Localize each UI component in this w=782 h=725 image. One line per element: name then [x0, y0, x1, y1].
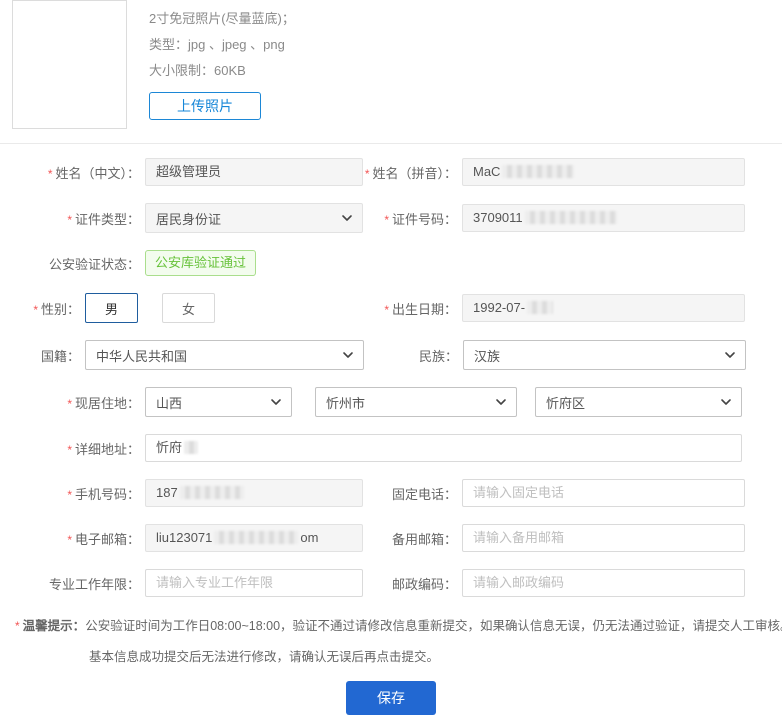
- gender-female-button[interactable]: 女: [162, 293, 215, 323]
- mobile-label: *手机号码：: [0, 484, 145, 503]
- email-label: *电子邮箱：: [0, 529, 145, 548]
- form-row: *性别： 男 女 *出生日期： 1992-07-: [0, 293, 782, 323]
- address-input[interactable]: 忻府: [145, 434, 742, 462]
- redacted-area: [525, 211, 617, 224]
- chevron-down-icon: [270, 396, 282, 408]
- upload-photo-button[interactable]: 上传照片: [149, 92, 261, 120]
- landline-label: 固定电话：: [363, 484, 462, 503]
- required-asterisk: *: [384, 303, 389, 317]
- id-type-label: *证件类型：: [0, 209, 145, 228]
- residence-district-select[interactable]: 忻府区: [535, 387, 742, 417]
- id-number-input[interactable]: 3709011: [462, 204, 745, 232]
- notice-section: *温馨提示：公安验证时间为工作日08:00~18:00，验证不通过请修改信息重新…: [0, 617, 782, 666]
- nationality-label: 国籍：: [0, 346, 85, 365]
- required-asterisk: *: [67, 443, 72, 457]
- residence-province-value: 山西: [156, 393, 182, 412]
- work-years-input[interactable]: 请输入专业工作年限: [145, 569, 363, 597]
- name-cn-label: *姓名（中文）：: [0, 163, 145, 182]
- backup-email-input[interactable]: 请输入备用邮箱: [462, 524, 745, 552]
- police-status-label: 公安验证状态：: [0, 254, 145, 273]
- gender-label: *性别：: [0, 299, 85, 318]
- residence-province-select[interactable]: 山西: [145, 387, 292, 417]
- redacted-area: [527, 301, 553, 314]
- gender-group: 男 女: [85, 293, 363, 323]
- police-status-field: 公安库验证通过: [145, 250, 256, 276]
- required-asterisk: *: [48, 167, 53, 181]
- required-asterisk: *: [67, 213, 72, 227]
- work-years-label: 专业工作年限：: [0, 574, 145, 593]
- redacted-area: [502, 165, 574, 178]
- form-row: *姓名（中文）： 超级管理员 *姓名（拼音）： MaC: [0, 158, 782, 186]
- gender-male-button[interactable]: 男: [85, 293, 138, 323]
- residence-district-value: 忻府区: [546, 393, 585, 412]
- notice-text1: 公安验证时间为工作日08:00~18:00，验证不通过请修改信息重新提交，如果确…: [85, 619, 782, 633]
- photo-info: 2寸免冠照片(尽量蓝底)； 类型：jpg 、jpeg 、png 大小限制：60K…: [149, 0, 295, 129]
- address-label: *详细地址：: [0, 439, 145, 458]
- redacted-area: [184, 441, 198, 454]
- chevron-down-icon: [724, 349, 736, 361]
- notice-line2: 基本信息成功提交后无法进行修改，请确认无误后再点击提交。: [89, 648, 782, 666]
- redacted-area: [214, 531, 298, 544]
- name-cn-input[interactable]: 超级管理员: [145, 158, 363, 186]
- photo-placeholder: [12, 0, 127, 129]
- landline-input[interactable]: 请输入固定电话: [462, 479, 745, 507]
- ethnicity-select[interactable]: 汉族: [463, 340, 746, 370]
- backup-email-label: 备用邮箱：: [363, 529, 462, 548]
- chevron-down-icon: [341, 212, 353, 224]
- chevron-down-icon: [342, 349, 354, 361]
- name-pinyin-label: *姓名（拼音）：: [363, 163, 462, 182]
- id-type-value: 居民身份证: [156, 209, 221, 228]
- residence-label: *现居住地：: [0, 393, 145, 412]
- name-pinyin-input[interactable]: MaC: [462, 158, 745, 186]
- notice-line1: *温馨提示：公安验证时间为工作日08:00~18:00，验证不通过请修改信息重新…: [15, 617, 782, 635]
- form-row: *证件类型： 居民身份证 *证件号码： 3709011: [0, 203, 782, 233]
- photo-tip-line2: 类型：jpg 、jpeg 、png: [149, 32, 295, 58]
- email-input[interactable]: liu123071om: [145, 524, 363, 552]
- save-button[interactable]: 保存: [346, 681, 436, 715]
- basic-info-form: *姓名（中文）： 超级管理员 *姓名（拼音）： MaC *证件类型： 居民身份证…: [0, 144, 782, 715]
- police-verify-status-badge: 公安库验证通过: [145, 250, 256, 276]
- required-asterisk: *: [67, 488, 72, 502]
- id-type-select[interactable]: 居民身份证: [145, 203, 363, 233]
- notice-label: 温馨提示：: [23, 619, 86, 633]
- form-row: *电子邮箱： liu123071om 备用邮箱： 请输入备用邮箱: [0, 524, 782, 552]
- ethnicity-value: 汉族: [474, 346, 500, 365]
- required-asterisk: *: [15, 619, 20, 633]
- required-asterisk: *: [67, 397, 72, 411]
- postal-code-label: 邮政编码：: [363, 574, 462, 593]
- chevron-down-icon: [495, 396, 507, 408]
- id-number-label: *证件号码：: [363, 209, 462, 228]
- residence-city-select[interactable]: 忻州市: [315, 387, 517, 417]
- required-asterisk: *: [384, 213, 389, 227]
- required-asterisk: *: [365, 167, 370, 181]
- form-row: *详细地址： 忻府: [0, 434, 782, 462]
- photo-tip-line1: 2寸免冠照片(尽量蓝底)；: [149, 6, 295, 32]
- photo-section: 2寸免冠照片(尽量蓝底)； 类型：jpg 、jpeg 、png 大小限制：60K…: [0, 0, 782, 129]
- required-asterisk: *: [33, 303, 38, 317]
- photo-tip-line3: 大小限制：60KB: [149, 58, 295, 84]
- redacted-area: [180, 486, 244, 499]
- mobile-input[interactable]: 187: [145, 479, 363, 507]
- residence-city-value: 忻州市: [326, 393, 365, 412]
- form-row: *现居住地： 山西 忻州市 忻府区: [0, 387, 782, 417]
- save-button-wrap: 保存: [0, 681, 782, 715]
- ethnicity-label: 民族：: [364, 346, 463, 365]
- form-row: 国籍： 中华人民共和国 民族： 汉族: [0, 340, 782, 370]
- required-asterisk: *: [67, 533, 72, 547]
- nationality-value: 中华人民共和国: [96, 346, 187, 365]
- form-row: 专业工作年限： 请输入专业工作年限 邮政编码： 请输入邮政编码: [0, 569, 782, 597]
- form-row: *手机号码： 187 固定电话： 请输入固定电话: [0, 479, 782, 507]
- birth-date-input[interactable]: 1992-07-: [462, 294, 745, 322]
- nationality-select[interactable]: 中华人民共和国: [85, 340, 364, 370]
- birth-date-label: *出生日期：: [363, 299, 462, 318]
- postal-code-input[interactable]: 请输入邮政编码: [462, 569, 745, 597]
- chevron-down-icon: [720, 396, 732, 408]
- form-row: 公安验证状态： 公安库验证通过: [0, 250, 782, 276]
